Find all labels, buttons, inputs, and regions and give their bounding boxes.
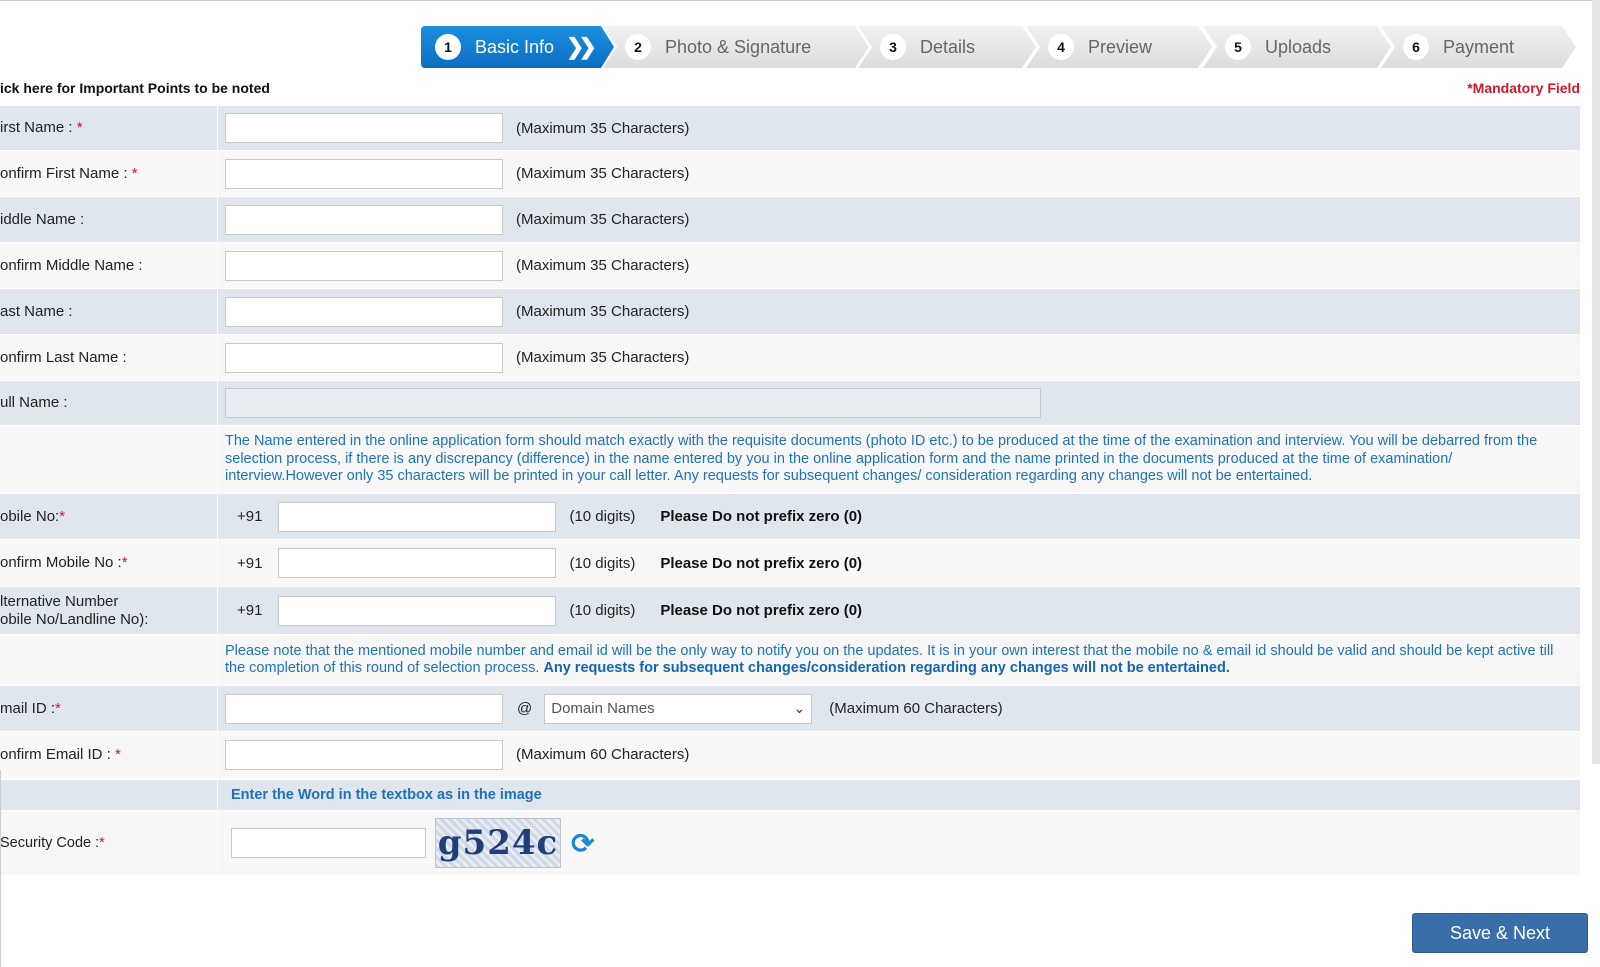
last-name-hint: (Maximum 35 Characters) [516,303,690,320]
step-number: 5 [1225,34,1251,60]
alt-mobile-row: lternative Number obile No/Landline No): … [0,587,1580,635]
step-basic-info[interactable]: 1 Basic Info ❯❯ [421,26,614,68]
confirm-first-name-row: onfirm First Name : * (Maximum 35 Charac… [0,151,1580,197]
country-code: +91 [237,602,263,619]
last-name-label: ast Name : [0,302,73,320]
confirm-middle-name-input[interactable] [225,250,503,281]
last-name-row: ast Name : (Maximum 35 Characters) [0,289,1580,335]
top-border [0,0,1600,1]
email-label: mail ID :* [0,699,61,717]
security-code-row: Security Code :* g524c ⟳ [0,811,1580,876]
middle-name-input[interactable] [225,204,503,235]
step-label: Payment [1443,36,1515,57]
step-label: Basic Info [475,36,555,57]
contact-note: Please note that the mentioned mobile nu… [225,642,1554,677]
confirm-mobile-hint: (10 digits) [569,554,636,572]
confirm-last-name-input[interactable] [225,342,503,373]
last-name-input[interactable] [225,296,503,327]
security-heading: Enter the Word in the textbox as in the … [231,787,542,803]
confirm-email-hint: (Maximum 60 Characters) [516,746,690,763]
step-number: 2 [625,34,651,60]
name-note-row: The Name entered in the online applicati… [0,426,1580,494]
mobile-row: obile No:* +91 (10 digits) Please Do not… [0,494,1580,540]
middle-name-label: iddle Name : [0,210,85,228]
confirm-mobile-row: onfirm Mobile No :* +91 (10 digits) Plea… [0,540,1580,587]
alt-mobile-input[interactable] [278,595,557,626]
confirm-first-name-hint: (Maximum 35 Characters) [516,165,690,182]
scrollbar[interactable] [1592,0,1600,764]
confirm-last-name-row: onfirm Last Name : (Maximum 35 Character… [0,335,1580,381]
step-label: Photo & Signature [665,36,812,57]
email-input[interactable] [225,693,503,724]
alt-mobile-label: lternative Number obile No/Landline No): [0,592,149,628]
confirm-first-name-input[interactable] [225,158,503,189]
step-number: 4 [1048,34,1074,60]
first-name-input[interactable] [225,113,503,143]
security-heading-row: Enter the Word in the textbox as in the … [0,780,1580,811]
confirm-mobile-input[interactable] [278,548,557,578]
confirm-first-name-label: onfirm First Name : * [0,164,138,182]
name-match-note: The Name entered in the online applicati… [225,433,1538,485]
confirm-last-name-label: onfirm Last Name : [0,348,127,366]
email-row: mail ID :* @ Domain Names ⌄ (Maximum 60 … [0,686,1580,732]
mandatory-field-note: *Mandatory Field [1467,80,1580,96]
first-name-label: irst Name : * [0,119,83,136]
confirm-last-name-hint: (Maximum 35 Characters) [516,349,690,366]
country-code: +91 [237,508,263,525]
alt-mobile-zero-note: Please Do not prefix zero (0) [660,602,863,619]
full-name-input[interactable] [225,388,1041,418]
email-domain-select[interactable]: Domain Names ⌄ [544,693,813,724]
contact-note-row: Please note that the mentioned mobile nu… [0,635,1580,686]
step-uploads[interactable]: 5 Uploads [1203,26,1391,68]
refresh-icon[interactable]: ⟳ [571,827,594,860]
confirm-middle-name-label: onfirm Middle Name : [0,256,143,274]
left-border [0,770,1,967]
captcha-image: g524c [435,818,561,868]
step-photo-signature[interactable]: 2 Photo & Signature [603,26,869,68]
important-points-link[interactable]: ick here for Important Points to be note… [0,80,270,96]
alt-mobile-hint: (10 digits) [569,602,636,619]
middle-name-hint: (Maximum 35 Characters) [516,211,690,228]
step-label: Uploads [1265,36,1332,57]
confirm-email-input[interactable] [225,739,503,770]
at-sign: @ [517,700,533,717]
first-name-row: irst Name : * (Maximum 35 Characters) [0,106,1580,151]
confirm-email-row: onfirm Email ID : * (Maximum 60 Characte… [0,732,1580,778]
step-number: 3 [880,34,906,60]
full-name-label: ull Name : [0,394,68,411]
confirm-middle-name-hint: (Maximum 35 Characters) [516,257,690,274]
step-details[interactable]: 3 Details [858,26,1036,68]
mobile-zero-note: Please Do not prefix zero (0) [660,508,863,525]
step-label: Preview [1088,36,1153,57]
confirm-mobile-zero-note: Please Do not prefix zero (0) [660,554,863,572]
save-next-button[interactable]: Save & Next [1412,913,1588,953]
step-payment[interactable]: 6 Payment [1381,26,1576,68]
confirm-email-label: onfirm Email ID : * [0,745,121,763]
first-name-hint: (Maximum 35 Characters) [516,119,690,137]
mobile-label: obile No:* [0,507,66,525]
confirm-mobile-label: onfirm Mobile No :* [0,554,128,571]
middle-name-row: iddle Name : (Maximum 35 Characters) [0,197,1580,243]
security-code-label: Security Code :* [0,835,105,851]
email-hint: (Maximum 60 Characters) [829,700,1003,717]
mobile-input[interactable] [278,501,557,532]
security-code-input[interactable] [231,828,426,858]
country-code: +91 [237,554,263,572]
step-label: Details [920,36,976,57]
full-name-row: ull Name : [0,381,1580,426]
basic-info-form: irst Name : * (Maximum 35 Characters) on… [0,106,1580,876]
chevron-down-icon: ⌄ [793,700,806,716]
step-number: 6 [1403,34,1429,60]
step-preview[interactable]: 4 Preview [1026,26,1212,68]
double-chevron-right-icon: ❯❯ [566,34,597,59]
step-number: 1 [435,34,461,60]
confirm-middle-name-row: onfirm Middle Name : (Maximum 35 Charact… [0,243,1580,289]
mobile-hint: (10 digits) [569,508,636,525]
